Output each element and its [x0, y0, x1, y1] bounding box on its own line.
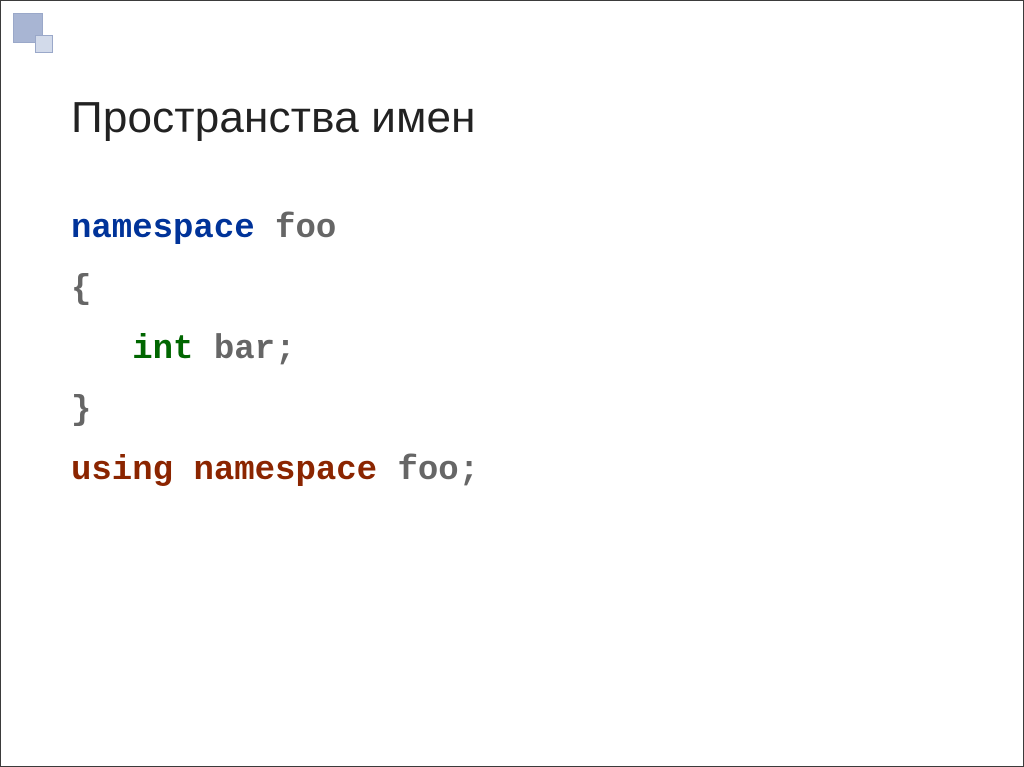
- decoration-square-small: [35, 35, 53, 53]
- keyword-namespace: namespace: [71, 210, 255, 248]
- code-block: namespace foo { int bar; } using namespa…: [71, 199, 479, 502]
- slide: Пространства имен namespace foo { int ba…: [0, 0, 1024, 767]
- identifier-foo: foo: [275, 210, 336, 248]
- keyword-namespace-2: namespace: [193, 452, 377, 490]
- code-line-2: {: [71, 260, 479, 321]
- slide-title: Пространства имен: [71, 93, 476, 143]
- code-line-1: namespace foo: [71, 199, 479, 260]
- code-line-3: int bar;: [71, 320, 479, 381]
- corner-decoration: [13, 13, 59, 59]
- keyword-using: using: [71, 452, 173, 490]
- code-line-7: using namespace foo;: [71, 441, 479, 502]
- keyword-int: int: [132, 331, 193, 369]
- code-line-4: }: [71, 381, 479, 442]
- identifier-foo-2: foo: [397, 452, 458, 490]
- identifier-bar: bar: [214, 331, 275, 369]
